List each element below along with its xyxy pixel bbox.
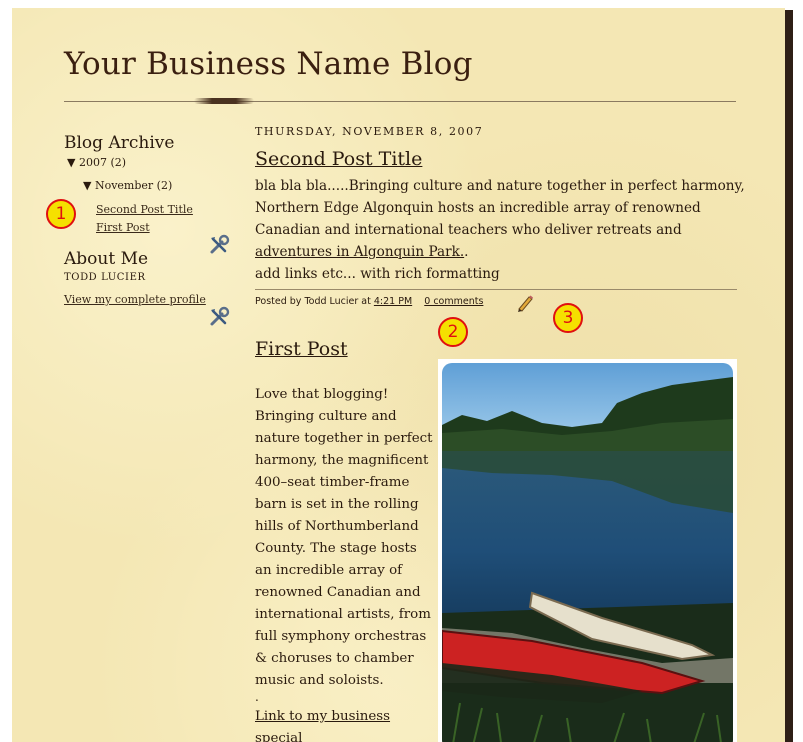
post-body-dot: . — [255, 690, 259, 704]
post-footer-divider — [255, 289, 737, 290]
blog-archive-heading: Blog Archive — [64, 133, 175, 153]
lake-photo-frame — [438, 359, 737, 742]
post-body-first: Love that blogging! Bringing culture and… — [255, 387, 433, 688]
header-divider — [64, 101, 736, 102]
post-title-first[interactable]: First Post — [255, 338, 348, 360]
pencil-icon[interactable] — [515, 293, 535, 313]
comments-link[interactable]: 0 comments — [424, 296, 483, 307]
page-edge-shadow — [785, 10, 793, 742]
adventures-link[interactable]: adventures in Algonquin Park. — [255, 244, 464, 260]
business-link-continued[interactable]: special — [255, 731, 302, 742]
author-name: TODD LUCIER — [64, 272, 146, 283]
post-body-line2: add links etc... with rich formatting — [255, 266, 500, 282]
archive-year-toggle[interactable]: ▼ 2007 (2) — [67, 156, 126, 169]
archive-post-link-second[interactable]: Second Post Title — [96, 203, 193, 216]
blog-page: Your Business Name Blog Blog Archive ▼ 2… — [12, 8, 785, 742]
posted-by-text: Posted by Todd Lucier at — [255, 296, 374, 307]
about-me-heading: About Me — [64, 249, 149, 269]
view-profile-link[interactable]: View my complete profile — [64, 293, 206, 306]
post-time-link[interactable]: 4:21 PM — [374, 296, 412, 307]
lake-photo — [442, 363, 733, 742]
tools-icon[interactable] — [208, 306, 230, 328]
tools-icon[interactable] — [208, 234, 230, 256]
header-ornament — [194, 98, 254, 104]
business-link[interactable]: Link to my business — [255, 709, 390, 724]
callout-marker-2: 2 — [438, 317, 468, 347]
date-header: THURSDAY, NOVEMBER 8, 2007 — [255, 125, 484, 138]
blog-title[interactable]: Your Business Name Blog — [64, 46, 473, 82]
post-body-second: bla bla bla.....Bringing culture and nat… — [255, 178, 745, 282]
callout-marker-1: 1 — [46, 199, 76, 229]
post-footer: Posted by Todd Lucier at 4:21 PM 0 comme… — [255, 296, 483, 307]
archive-month-toggle[interactable]: ▼ November (2) — [83, 179, 172, 192]
archive-post-link-first[interactable]: First Post — [96, 221, 150, 234]
post-title-second[interactable]: Second Post Title — [255, 148, 422, 170]
callout-marker-3: 3 — [553, 303, 583, 333]
